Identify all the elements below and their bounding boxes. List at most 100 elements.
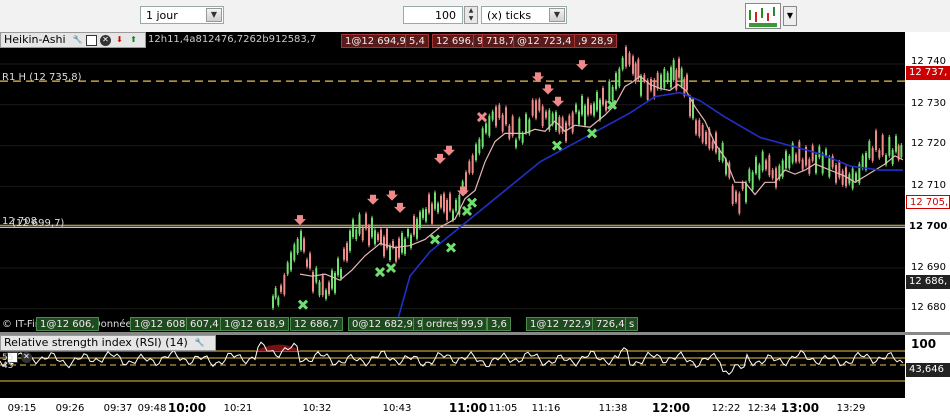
order-tag[interactable]: 12 686,7 bbox=[290, 317, 343, 331]
candle-body bbox=[328, 282, 330, 295]
candle-body bbox=[632, 56, 634, 74]
candle-body bbox=[721, 142, 724, 162]
order-tag[interactable]: 1@12 618,9 bbox=[220, 317, 289, 331]
candle-body bbox=[581, 95, 583, 115]
candle-body bbox=[695, 120, 697, 134]
candle-body bbox=[575, 104, 577, 113]
candle-body bbox=[300, 231, 302, 250]
candle-body bbox=[321, 275, 324, 296]
order-tag[interactable]: ,9 28,9 bbox=[574, 34, 617, 48]
time-label: 12:22 bbox=[711, 403, 741, 414]
chevron-down-icon[interactable]: ▼ bbox=[549, 8, 565, 22]
candle-body bbox=[672, 60, 675, 80]
time-label: 11:38 bbox=[598, 403, 628, 414]
candle-body bbox=[541, 106, 544, 127]
time-axis[interactable]: 09:15 09:26 09:37 09:48 10:00 10:21 10:32 10:43… bbox=[0, 398, 950, 417]
candle-body bbox=[471, 155, 474, 174]
maximize-icon[interactable] bbox=[86, 34, 98, 46]
order-tag[interactable]: 1@12 694,9 bbox=[341, 34, 410, 48]
order-tag[interactable]: s bbox=[625, 317, 639, 331]
order-tag[interactable]: 3,6 bbox=[487, 317, 511, 331]
candle-body bbox=[825, 149, 827, 156]
candle-body bbox=[443, 193, 445, 212]
candle-body bbox=[485, 123, 487, 133]
candle-body bbox=[628, 53, 631, 65]
candle-body bbox=[449, 193, 451, 211]
candle-body bbox=[277, 297, 280, 306]
candle-body bbox=[535, 100, 537, 119]
level-pivot-badge: 12 700 bbox=[906, 220, 950, 234]
ticks-stepper[interactable]: ▲ ▼ bbox=[464, 6, 478, 24]
candle-body bbox=[440, 195, 442, 208]
time-label: 10:00 bbox=[167, 401, 207, 415]
candle-body bbox=[446, 200, 448, 221]
candle-body bbox=[325, 290, 327, 299]
move-up-icon[interactable]: ⬆ bbox=[128, 35, 139, 46]
period-select[interactable]: 1 jour ▼ bbox=[140, 6, 224, 24]
candle-body bbox=[395, 247, 397, 262]
candle-body bbox=[818, 146, 821, 158]
candle-body bbox=[337, 258, 339, 276]
candle-body bbox=[452, 210, 454, 221]
candle-body bbox=[481, 128, 484, 148]
candle-body bbox=[352, 219, 354, 237]
rsi-panel-header: Relative strength index (RSI) (14) 🔧 ✕ bbox=[0, 335, 216, 363]
candle-body bbox=[798, 141, 801, 162]
chart-type-dropdown[interactable]: ▼ bbox=[783, 6, 797, 26]
candle-body bbox=[428, 194, 430, 213]
order-tag[interactable]: 607,4 bbox=[186, 317, 223, 331]
order-tag[interactable]: @12 723,4 bbox=[513, 34, 576, 48]
sell-arrow-icon bbox=[367, 194, 379, 205]
wrench-icon[interactable]: 🔧 bbox=[72, 35, 83, 46]
wrench-icon[interactable]: 🔧 bbox=[194, 338, 205, 349]
order-tag[interactable]: 1@12 606, bbox=[36, 317, 99, 331]
ticks-unit-value: (x) ticks bbox=[487, 9, 532, 22]
order-tag[interactable]: 99,9 bbox=[457, 317, 488, 331]
order-tag[interactable]: 726,4 bbox=[592, 317, 629, 331]
candle-body bbox=[434, 192, 436, 209]
candle-body bbox=[831, 155, 834, 168]
order-tag[interactable]: ordres bbox=[422, 317, 462, 331]
ticks-count-input[interactable]: 100 bbox=[403, 6, 463, 24]
rsi-value-badge: 43,646 bbox=[906, 363, 950, 377]
rsi-overbought-fill bbox=[255, 344, 300, 351]
order-tag[interactable]: 0@12 682,9 bbox=[348, 317, 417, 331]
candle-body bbox=[538, 99, 541, 111]
ticks-unit-select[interactable]: (x) ticks ▼ bbox=[481, 6, 567, 24]
candle-body bbox=[605, 101, 607, 111]
candle-body bbox=[318, 281, 321, 296]
chart-type-button[interactable] bbox=[745, 3, 781, 29]
period-value: 1 jour bbox=[146, 9, 178, 22]
order-tag[interactable]: 1@12 722,9 bbox=[526, 317, 595, 331]
time-label: 12:34 bbox=[747, 403, 777, 414]
candle-body bbox=[861, 155, 864, 169]
price-tick: 12 730 bbox=[911, 98, 946, 109]
trade-marker-icon bbox=[586, 128, 598, 139]
candle-body bbox=[599, 99, 601, 120]
candle-body bbox=[678, 58, 680, 78]
sell-arrow-icon bbox=[576, 60, 588, 71]
order-tag[interactable]: 5,4 bbox=[405, 34, 429, 48]
price-chart[interactable]: Heikin-Ashi 🔧 ✕ ⬇ ⬆ 12h11,4a812476,7262b912… bbox=[0, 32, 905, 332]
candle-body bbox=[788, 155, 791, 169]
candle-body bbox=[888, 136, 891, 156]
rsi-chart[interactable]: Relative strength index (RSI) (14) 🔧✕ 55… bbox=[0, 335, 905, 398]
candle-body bbox=[878, 150, 881, 158]
time-label: 09:48 bbox=[137, 403, 167, 414]
move-down-icon[interactable]: ⬇ bbox=[114, 35, 125, 46]
chevron-down-icon[interactable]: ▼ bbox=[206, 8, 222, 22]
candle-body bbox=[383, 236, 385, 257]
rsi-axis[interactable]: 100 43,646 bbox=[905, 335, 950, 398]
close-icon[interactable]: ✕ bbox=[100, 34, 112, 46]
price-axis[interactable]: 12 740 12 730 12 720 12 710 12 690 12 68… bbox=[905, 32, 950, 332]
price-tick: 12 690 bbox=[911, 262, 946, 273]
close-icon[interactable]: ✕ bbox=[21, 351, 32, 363]
candle-body bbox=[758, 164, 761, 179]
sell-arrow-icon bbox=[443, 145, 455, 156]
candle-body bbox=[711, 141, 714, 149]
candle-body bbox=[515, 139, 517, 148]
candle-body bbox=[751, 172, 754, 190]
candle-body bbox=[765, 160, 767, 170]
candle-body bbox=[306, 259, 308, 267]
candle-body bbox=[422, 209, 424, 218]
